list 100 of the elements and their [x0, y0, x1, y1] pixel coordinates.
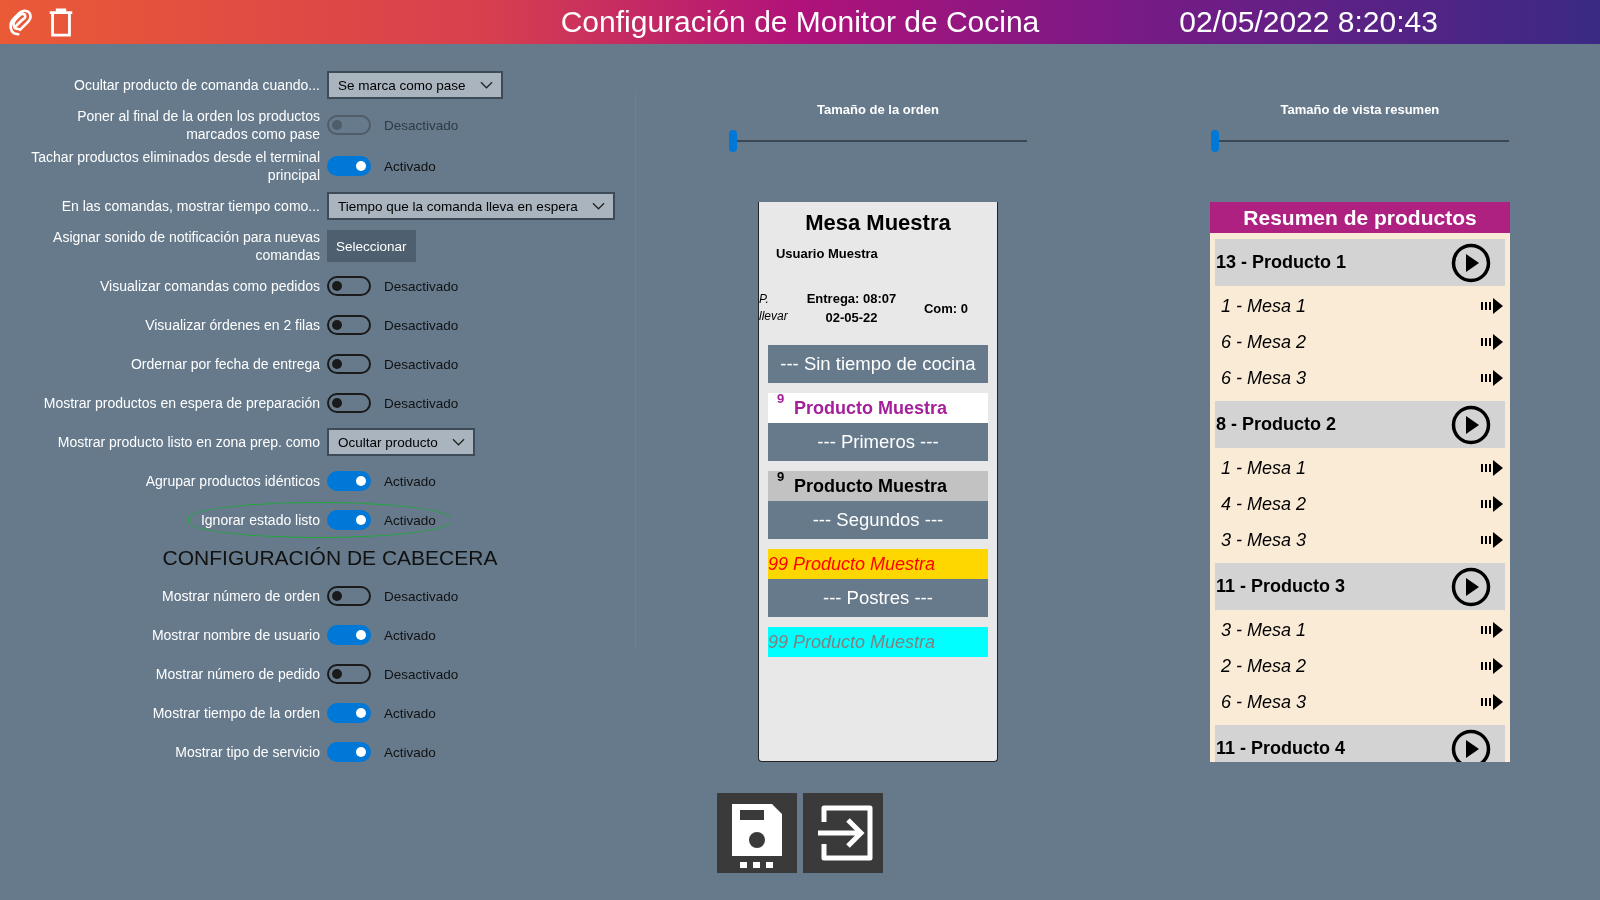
user-name: Usuario Muestra — [774, 246, 879, 261]
delivery-date: 02-05-22 — [825, 310, 878, 325]
setting-label: Mostrar nombre de usuario — [150, 626, 321, 644]
toggle-state-text: Activado — [384, 158, 436, 174]
play-icon[interactable] — [1450, 566, 1491, 607]
table-item: 6 - Mesa 2 — [1220, 331, 1306, 353]
date-time: 02/05/2022 8:20:43 — [1179, 5, 1439, 39]
setting-label: Agrupar productos idénticos — [144, 472, 321, 490]
toggle-switch[interactable] — [327, 471, 371, 491]
toggle-state-text: Desactivado — [384, 395, 459, 411]
toggle-state-text: Activado — [384, 705, 436, 721]
forward-arrow-icon[interactable] — [1480, 532, 1503, 548]
toggle-switch[interactable] — [327, 276, 371, 296]
course-header: --- Sin tiempo de cocina — [767, 345, 988, 383]
setting-label: Mostrar productos en espera de preparación — [42, 394, 321, 412]
play-icon[interactable] — [1450, 728, 1491, 762]
exit-button[interactable] — [803, 793, 883, 873]
save-button[interactable] — [717, 793, 797, 873]
setting-label: Mostrar tiempo de la orden — [151, 704, 321, 722]
forward-arrow-icon[interactable] — [1480, 658, 1503, 674]
setting-label: Mostrar número de orden — [161, 587, 321, 605]
setting-label: Ocultar producto de comanda cuando... — [73, 76, 321, 94]
toggle-state-text: Desactivado — [384, 317, 459, 333]
chevron-icon — [451, 438, 465, 446]
setting-label: Mostrar producto listo en zona prep. como — [56, 433, 321, 451]
select-button[interactable]: Seleccionar — [327, 230, 416, 262]
course-header: --- Primeros --- — [767, 423, 988, 461]
toggle-switch[interactable] — [327, 156, 371, 176]
setting-label: Visualizar comandas como pedidos — [99, 277, 321, 295]
delivery-time: Entrega: 08:07 — [806, 291, 897, 306]
summary-title: Resumen de productos — [1209, 202, 1510, 233]
setting-label: En las comandas, mostrar tiempo como... — [60, 197, 321, 215]
toggle-state-text: Activado — [384, 627, 436, 643]
course-header: --- Segundos --- — [767, 501, 988, 539]
slider-label: Tamaño de vista resumen — [1280, 102, 1440, 119]
product-group-row[interactable]: 13 - Producto 1 — [1214, 239, 1505, 286]
setting-label: Tachar productos eliminados desde el terminal principal — [30, 148, 321, 184]
chevron-icon — [479, 81, 493, 89]
toggle-state-text: Activado — [384, 473, 436, 489]
product-group-row[interactable]: 11 - Producto 3 — [1214, 563, 1505, 610]
table-item: 3 - Mesa 1 — [1220, 619, 1306, 641]
comment-count: Com: 0 — [923, 300, 969, 316]
toggle-switch[interactable] — [327, 586, 371, 606]
order-title: Mesa Muestra — [804, 210, 952, 236]
toggle-switch[interactable] — [327, 664, 371, 684]
dropdown[interactable]: Se marca como pase — [327, 71, 503, 99]
setting-label: Ignorar estado listo — [199, 511, 321, 529]
product-quantity: 9 — [775, 393, 786, 405]
forward-arrow-icon[interactable] — [1480, 334, 1503, 350]
play-icon[interactable] — [1450, 242, 1491, 283]
table-item: 3 - Mesa 3 — [1220, 529, 1306, 551]
toggle-state-text: Desactivado — [384, 588, 459, 604]
window-title: Configuración de Monitor de Cocina — [560, 5, 1040, 39]
table-item: 2 - Mesa 2 — [1220, 655, 1306, 677]
product-name: 99 Producto Muestra — [767, 553, 936, 575]
toggle-switch[interactable] — [327, 625, 371, 645]
setting-label: Mostrar tipo de servicio — [174, 743, 321, 761]
product-name: Producto Muestra — [793, 397, 947, 419]
toggle-state-text: Activado — [384, 744, 436, 760]
toggle-state-text: Desactivado — [384, 356, 459, 372]
setting-label: Mostrar número de pedido — [154, 665, 321, 683]
dropdown[interactable]: Ocultar producto — [327, 428, 475, 456]
forward-arrow-icon[interactable] — [1480, 496, 1503, 512]
play-icon[interactable] — [1450, 404, 1491, 445]
section-heading: CONFIGURACIÓN DE CABECERA — [161, 545, 499, 571]
product-group-row[interactable]: 8 - Producto 2 — [1214, 401, 1505, 448]
product-name: 99 Producto Muestra — [767, 631, 936, 653]
logo-icon — [6, 7, 34, 37]
toggle-switch[interactable] — [327, 510, 371, 530]
toggle-state-text: Desactivado — [384, 666, 459, 682]
forward-arrow-icon[interactable] — [1480, 370, 1503, 386]
chevron-icon — [591, 202, 605, 210]
slider-thumb[interactable] — [1210, 130, 1219, 152]
toggle-switch[interactable] — [327, 703, 371, 723]
forward-arrow-icon[interactable] — [1480, 298, 1503, 314]
dropdown[interactable]: Tiempo que la comanda lleva en espera — [327, 192, 615, 220]
product-name: Producto Muestra — [793, 475, 947, 497]
table-item: 6 - Mesa 3 — [1220, 691, 1306, 713]
service-type: P. llevar — [758, 291, 789, 325]
product-quantity: 9 — [775, 471, 786, 483]
toggle-state-text: Desactivado — [384, 278, 459, 294]
setting-label: Visualizar órdenes en 2 filas — [144, 316, 321, 334]
setting-label: Poner al final de la orden los productos marcados como pase — [76, 107, 321, 143]
course-header: --- Postres --- — [767, 579, 988, 617]
product-group-row[interactable]: 11 - Producto 4 — [1214, 725, 1505, 762]
forward-arrow-icon[interactable] — [1480, 460, 1503, 476]
slider-thumb[interactable] — [728, 130, 737, 152]
setting-label: Asignar sonido de notificación para nuevas comandas — [52, 228, 321, 264]
slider-label: Tamaño de la orden — [817, 102, 939, 119]
toggle-switch[interactable] — [327, 315, 371, 335]
toggle-switch[interactable] — [327, 742, 371, 762]
table-item: 4 - Mesa 2 — [1220, 493, 1306, 515]
table-item: 1 - Mesa 1 — [1220, 457, 1306, 479]
toggle-switch[interactable] — [327, 354, 371, 374]
toggle-state-text: Activado — [384, 512, 436, 528]
table-item: 1 - Mesa 1 — [1220, 295, 1306, 317]
toggle-switch[interactable] — [327, 393, 371, 413]
setting-label: Ordernar por fecha de entrega — [129, 355, 321, 373]
forward-arrow-icon[interactable] — [1480, 694, 1503, 710]
forward-arrow-icon[interactable] — [1480, 622, 1503, 638]
